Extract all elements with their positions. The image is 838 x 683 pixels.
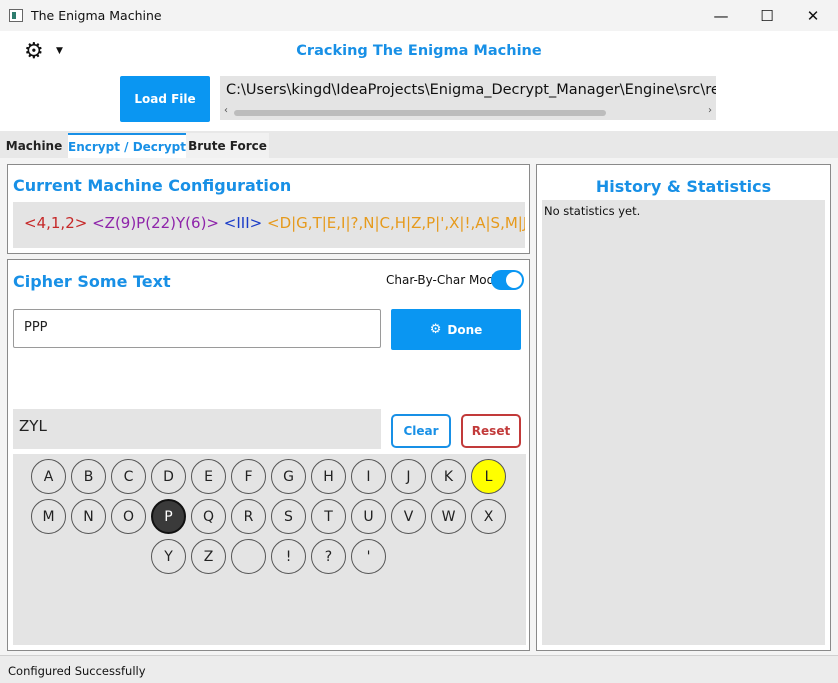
gears-icon: ⚙ [429, 322, 442, 337]
status-text: Configured Successfully [8, 664, 146, 678]
config-title: Current Machine Configuration [13, 176, 292, 195]
scrollbar-thumb[interactable] [234, 110, 606, 116]
cipher-output: ZYL [13, 409, 381, 449]
load-file-button[interactable]: Load File [120, 76, 210, 122]
keyboard-key[interactable]: C [111, 459, 146, 494]
keyboard-key[interactable]: N [71, 499, 106, 534]
keyboard-key[interactable]: G [271, 459, 306, 494]
char-mode-toggle[interactable] [491, 270, 524, 290]
minimize-button[interactable]: — [698, 0, 744, 31]
config-line: <4,1,2> <Z(9)P(22)Y(6)> <III> <D|G,T|E,I… [24, 214, 525, 232]
tab-encrypt-decrypt[interactable]: Encrypt / Decrypt [68, 133, 186, 158]
keyboard-key[interactable]: P [151, 499, 186, 534]
keyboard-key[interactable]: ? [311, 539, 346, 574]
keyboard-key[interactable] [231, 539, 266, 574]
toggle-knob [506, 272, 522, 288]
horizontal-scrollbar[interactable]: ‹ › [224, 105, 712, 117]
keyboard-key[interactable]: Q [191, 499, 226, 534]
scroll-left-icon[interactable]: ‹ [224, 105, 228, 116]
keyboard-key[interactable]: S [271, 499, 306, 534]
keyboard-key[interactable]: L [471, 459, 506, 494]
keyboard-key[interactable]: K [431, 459, 466, 494]
keyboard-key[interactable]: V [391, 499, 426, 534]
config-rotors: <4,1,2> [24, 214, 88, 232]
keyboard-key[interactable]: J [391, 459, 426, 494]
keyboard-key[interactable]: B [71, 459, 106, 494]
keyboard-key[interactable]: X [471, 499, 506, 534]
config-display: <4,1,2> <Z(9)P(22)Y(6)> <III> <D|G,T|E,I… [13, 202, 525, 248]
config-reflector: <III> [223, 214, 263, 232]
keyboard-key[interactable]: M [31, 499, 66, 534]
keyboard-key[interactable]: A [31, 459, 66, 494]
config-plugboard: <D|G,T|E,I|?,N|C,H|Z,P|',X|!,A|S,M|J, [267, 214, 525, 232]
file-path-text: C:\Users\kingd\IdeaProjects\Enigma_Decry… [226, 82, 716, 98]
history-panel: History & Statistics No statistics yet. [536, 164, 831, 651]
keyboard-key[interactable]: ' [351, 539, 386, 574]
char-mode-label: Char-By-Char Mode [386, 273, 502, 287]
window-title: The Enigma Machine [31, 8, 162, 23]
app-heading: Cracking The Enigma Machine [296, 43, 542, 59]
cipher-panel: Cipher Some Text Char-By-Char Mode PPP ⚙… [7, 259, 530, 651]
app-icon [9, 9, 23, 22]
keyboard-key[interactable]: W [431, 499, 466, 534]
keyboard-key[interactable]: O [111, 499, 146, 534]
keyboard-key[interactable]: R [231, 499, 266, 534]
scroll-right-icon[interactable]: › [708, 105, 712, 116]
reset-button[interactable]: Reset [461, 414, 521, 448]
done-button[interactable]: ⚙ Done [391, 309, 521, 350]
keyboard-key[interactable]: I [351, 459, 386, 494]
keyboard-key[interactable]: ! [271, 539, 306, 574]
cipher-input[interactable]: PPP [13, 309, 381, 348]
machine-config-panel: Current Machine Configuration <4,1,2> <Z… [7, 164, 530, 254]
tab-machine[interactable]: Machine [0, 133, 68, 158]
history-list: No statistics yet. [542, 200, 825, 645]
history-empty-text: No statistics yet. [544, 204, 641, 218]
clear-button[interactable]: Clear [391, 414, 451, 448]
file-path-field[interactable]: C:\Users\kingd\IdeaProjects\Enigma_Decry… [220, 76, 716, 120]
cipher-title: Cipher Some Text [13, 272, 171, 291]
history-title: History & Statistics [595, 177, 772, 196]
keyboard-key[interactable]: F [231, 459, 266, 494]
keyboard-key[interactable]: E [191, 459, 226, 494]
done-label: Done [447, 322, 483, 337]
keyboard-key[interactable]: U [351, 499, 386, 534]
keyboard-key[interactable]: H [311, 459, 346, 494]
maximize-button[interactable]: ☐ [744, 0, 790, 31]
keyboard-key[interactable]: Y [151, 539, 186, 574]
tab-brute-force[interactable]: Brute Force [186, 133, 269, 158]
config-positions: <Z(9)P(22)Y(6)> [92, 214, 220, 232]
keyboard-key[interactable]: Z [191, 539, 226, 574]
status-bar: Configured Successfully [0, 655, 838, 683]
close-button[interactable]: ✕ [790, 0, 836, 31]
keyboard-key[interactable]: T [311, 499, 346, 534]
keyboard-key[interactable]: D [151, 459, 186, 494]
keyboard: ABCDEFGHIJKL MNOPQRSTUVWX YZ !? ' [13, 454, 526, 645]
